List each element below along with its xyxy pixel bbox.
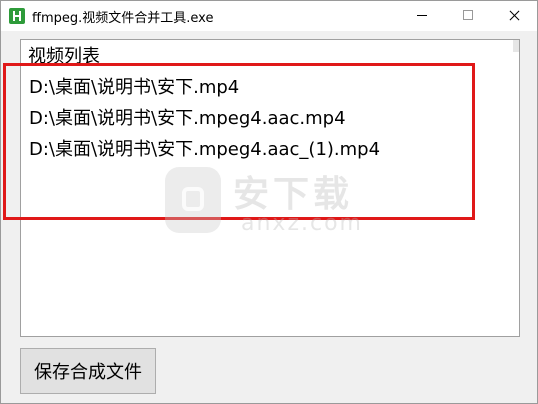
- video-listbox[interactable]: 视频列表 D:\桌面\说明书\安下.mp4 D:\桌面\说明书\安下.mpeg4…: [20, 39, 520, 337]
- app-window: ffmpeg.视频文件合并工具.exe 视频列表 D:\桌面\说明书\安下.mp…: [0, 0, 538, 404]
- scrollbar[interactable]: [513, 40, 519, 52]
- maximize-button[interactable]: [445, 1, 491, 31]
- list-item[interactable]: D:\桌面\说明书\安下.mp4: [29, 77, 380, 108]
- title-bar[interactable]: ffmpeg.视频文件合并工具.exe: [1, 1, 537, 31]
- video-list: D:\桌面\说明书\安下.mp4 D:\桌面\说明书\安下.mpeg4.aac.…: [29, 77, 380, 170]
- save-merged-file-button[interactable]: 保存合成文件: [20, 348, 156, 394]
- list-item[interactable]: D:\桌面\说明书\安下.mpeg4.aac_(1).mp4: [29, 139, 380, 170]
- minimize-button[interactable]: [399, 1, 445, 31]
- close-button[interactable]: [491, 1, 537, 31]
- window-title: ffmpeg.视频文件合并工具.exe: [32, 11, 214, 26]
- app-icon: [9, 8, 25, 24]
- list-header: 视频列表: [28, 46, 100, 67]
- list-item[interactable]: D:\桌面\说明书\安下.mpeg4.aac.mp4: [29, 108, 380, 139]
